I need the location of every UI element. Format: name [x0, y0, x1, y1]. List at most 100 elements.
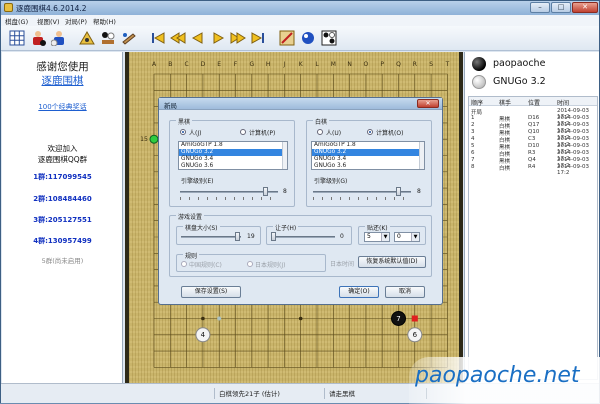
black-engine-scrollbar[interactable] — [282, 142, 287, 169]
col-player[interactable]: 棋手 — [499, 98, 511, 107]
move-list-row[interactable]: 7 黑棋 Q4 2014-09-03 17:2 — [469, 157, 597, 169]
handicap-thumb[interactable] — [271, 232, 276, 241]
column-label: H — [266, 61, 271, 68]
ok-button[interactable]: 确定(O) — [339, 286, 379, 298]
black-computer-radio[interactable] — [240, 129, 246, 135]
qq-group-5: 5群(尚未启用) — [41, 257, 84, 265]
black-group-label: 黑棋 — [176, 117, 193, 126]
forward-icon[interactable] — [210, 30, 226, 46]
mark-icon[interactable] — [321, 30, 337, 46]
first-move-icon[interactable] — [150, 30, 166, 46]
column-label: B — [168, 61, 172, 68]
manuals-link[interactable]: 100个经典奖话 — [2, 102, 123, 112]
edit-board-icon[interactable] — [279, 30, 295, 46]
engine-option[interactable]: GNUGo 3.6 — [312, 163, 420, 169]
engine-option[interactable]: GNUGo 3.2 — [179, 149, 283, 156]
black-human-radio[interactable] — [180, 129, 186, 135]
settings-icon[interactable] — [121, 30, 137, 46]
game-settings-label: 游戏设置 — [176, 212, 205, 221]
move-order: 8 — [471, 164, 475, 170]
back-ten-icon[interactable] — [170, 30, 186, 46]
board-size-track[interactable] — [181, 236, 241, 238]
welcome-text: 欢迎加入 — [47, 144, 78, 153]
white-settings-group: 白棋 人(U) 计算机(O) AmiGoGTP 1.8 GNUGo 3.2 GN… — [306, 117, 432, 207]
handicap-track[interactable] — [271, 236, 335, 238]
move-list[interactable]: 顺序 棋手 位置 时间 开局 2014-09-03 17:2 1 黑棋 D16 2014-… — [468, 96, 598, 380]
black-engine-level-thumb[interactable] — [263, 187, 268, 196]
star-point — [298, 316, 303, 321]
col-time[interactable]: 时间 — [557, 98, 569, 107]
rule-china-radio[interactable] — [181, 261, 187, 267]
rule-japan-label[interactable]: 日本规则(J) — [255, 260, 285, 269]
white-computer-radio[interactable] — [367, 129, 373, 135]
new-game-dialog: 新局 ✕ 黑棋 人(J) 计算机(P) AmiGoGTP 1.8 GNUGo 3… — [158, 97, 443, 305]
engine-option[interactable]: GNUGo 3.4 — [312, 156, 420, 163]
move-list-row[interactable]: 4 白棋 C3 2014-09-03 17:2 — [469, 136, 597, 148]
engine-option[interactable]: GNUGo 3.6 — [179, 163, 283, 169]
close-button[interactable]: ✕ — [572, 2, 598, 13]
move-time: 2014-09-03 17:2 — [557, 164, 589, 176]
last-move-icon[interactable] — [250, 30, 266, 46]
engine-option[interactable]: AmiGoGTP 1.8 — [312, 142, 420, 149]
human-vs-human-icon[interactable] — [30, 30, 46, 46]
komi-integer-select[interactable]: 5 ▼ — [364, 232, 390, 242]
rule-japan-radio[interactable] — [247, 261, 253, 267]
col-position[interactable]: 位置 — [528, 98, 540, 107]
watermark-text: paopaoche.net — [415, 363, 580, 388]
menu-game[interactable]: 对局(P) — [65, 16, 87, 26]
move-list-row[interactable]: 5 黑棋 D10 2014-09-03 17:2 — [469, 143, 597, 155]
column-label: S — [429, 61, 433, 68]
col-order[interactable]: 顺序 — [471, 98, 483, 107]
komi-fraction-select[interactable]: 0 ▼ — [394, 232, 420, 242]
black-engine-level-ticks — [180, 197, 278, 200]
maximize-button[interactable]: □ — [551, 2, 571, 13]
board-grid-icon[interactable] — [9, 30, 25, 46]
menu-help[interactable]: 帮助(H) — [93, 16, 116, 26]
column-label: N — [347, 61, 352, 68]
dialog-title-bar[interactable]: 新局 ✕ — [159, 98, 442, 110]
move-list-row[interactable]: 8 白棋 R4 2014-09-03 17:2 — [469, 164, 597, 176]
move-list-row[interactable]: 2 白棋 Q17 2014-09-03 17:2 — [469, 122, 597, 134]
white-engine-list[interactable]: AmiGoGTP 1.8 GNUGo 3.2 GNUGo 3.4 GNUGo 3… — [311, 141, 425, 170]
stones-icon[interactable] — [300, 30, 316, 46]
rule-china-label[interactable]: 中国规则(C) — [189, 260, 222, 269]
move-list-row[interactable]: 3 黑棋 Q10 2014-09-03 17:2 — [469, 129, 597, 141]
move-order: 6 — [471, 150, 475, 156]
white-engine-level-ticks — [313, 197, 411, 200]
menu-board[interactable]: 棋盘(G) — [5, 16, 28, 26]
move-player: 白棋 — [499, 166, 511, 172]
app-link[interactable]: 逐鹿围棋 — [2, 73, 123, 88]
black-human-label[interactable]: 人(J) — [189, 128, 201, 137]
dialog-close-button[interactable]: ✕ — [417, 99, 439, 108]
players-icon[interactable] — [79, 30, 95, 46]
reset-defaults-button[interactable]: 恢复系统默认值(D) — [358, 256, 426, 268]
white-engine-level-thumb[interactable] — [396, 187, 401, 196]
forward-ten-icon[interactable] — [230, 30, 246, 46]
board-size-thumb[interactable] — [235, 232, 240, 241]
title-bar[interactable]: 逐鹿围棋4.6.2014.2 – □ ✕ — [1, 1, 599, 15]
human-vs-computer-icon[interactable] — [51, 30, 67, 46]
move-list-row[interactable]: 开局 2014-09-03 17:2 — [469, 108, 597, 120]
status-score: 白棋领先21子 (估计) — [217, 388, 325, 399]
menu-view[interactable]: 视图(V) — [37, 16, 60, 26]
move-position: Q10 — [528, 129, 540, 135]
komi-box: 贴还(K) 5 ▼ 0 ▼ — [358, 223, 426, 245]
white-human-radio[interactable] — [317, 129, 323, 135]
back-icon[interactable] — [190, 30, 206, 46]
white-computer-label[interactable]: 计算机(O) — [376, 128, 403, 137]
white-engine-scrollbar[interactable] — [419, 142, 424, 169]
move-list-row[interactable]: 1 黑棋 D16 2014-09-03 17:2 — [469, 115, 597, 127]
kifu-icon[interactable] — [100, 30, 116, 46]
engine-option[interactable]: GNUGo 3.4 — [179, 156, 283, 163]
save-settings-button[interactable]: 保存设置(S) — [181, 286, 241, 298]
black-computer-label[interactable]: 计算机(P) — [249, 128, 275, 137]
cancel-button[interactable]: 取消 — [385, 286, 425, 298]
move-list-row[interactable]: 6 白棋 R3 2014-09-03 17:2 — [469, 150, 597, 162]
minimize-button[interactable]: – — [530, 2, 550, 13]
engine-option[interactable]: GNUGo 3.2 — [312, 149, 420, 156]
engine-option[interactable]: AmiGoGTP 1.8 — [179, 142, 283, 149]
qq-group-3: 3群:205127551 — [33, 216, 92, 224]
move-position: Q17 — [528, 122, 540, 128]
white-human-label[interactable]: 人(U) — [326, 128, 341, 137]
black-engine-list[interactable]: AmiGoGTP 1.8 GNUGo 3.2 GNUGo 3.4 GNUGo 3… — [178, 141, 288, 170]
